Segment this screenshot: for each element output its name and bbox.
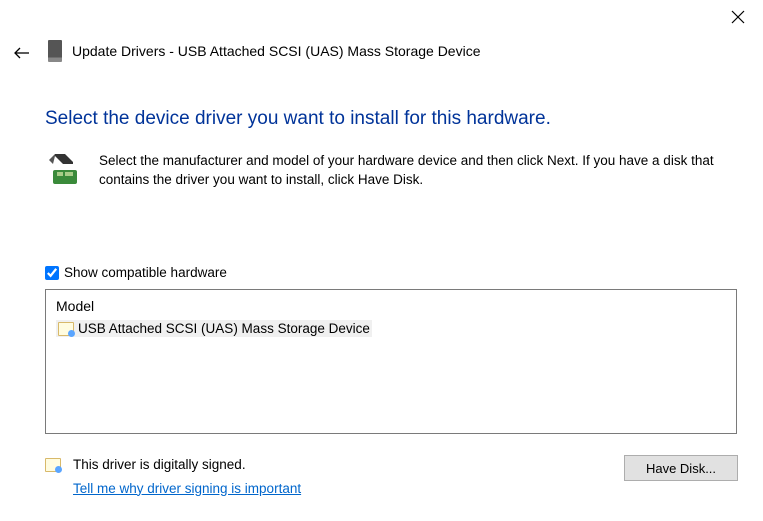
drive-icon <box>48 40 62 62</box>
certificate-icon <box>45 458 61 472</box>
certificate-icon <box>58 322 74 336</box>
compat-checkbox-row[interactable]: Show compatible hardware <box>45 265 227 280</box>
hardware-icon <box>45 152 81 184</box>
have-disk-button[interactable]: Have Disk... <box>624 455 738 481</box>
signing-block: This driver is digitally signed. Tell me… <box>45 455 301 498</box>
signing-status: This driver is digitally signed. <box>73 455 301 475</box>
compat-checkbox-label: Show compatible hardware <box>64 265 227 280</box>
signing-link[interactable]: Tell me why driver signing is important <box>73 479 301 499</box>
list-item-label: USB Attached SCSI (UAS) Mass Storage Dev… <box>78 321 370 336</box>
window-title: Update Drivers - USB Attached SCSI (UAS)… <box>72 43 480 59</box>
window-header: Update Drivers - USB Attached SCSI (UAS)… <box>48 40 480 62</box>
compat-checkbox[interactable] <box>45 266 59 280</box>
page-heading: Select the device driver you want to ins… <box>45 108 551 130</box>
back-button[interactable] <box>14 46 30 65</box>
driver-list[interactable]: Model USB Attached SCSI (UAS) Mass Stora… <box>45 289 737 434</box>
list-header: Model <box>56 298 726 314</box>
list-item[interactable]: USB Attached SCSI (UAS) Mass Storage Dev… <box>56 320 372 337</box>
instruction-text: Select the manufacturer and model of you… <box>99 152 731 190</box>
close-button[interactable] <box>731 10 745 29</box>
footer-row: This driver is digitally signed. Tell me… <box>45 455 738 498</box>
instruction-row: Select the manufacturer and model of you… <box>45 152 731 190</box>
